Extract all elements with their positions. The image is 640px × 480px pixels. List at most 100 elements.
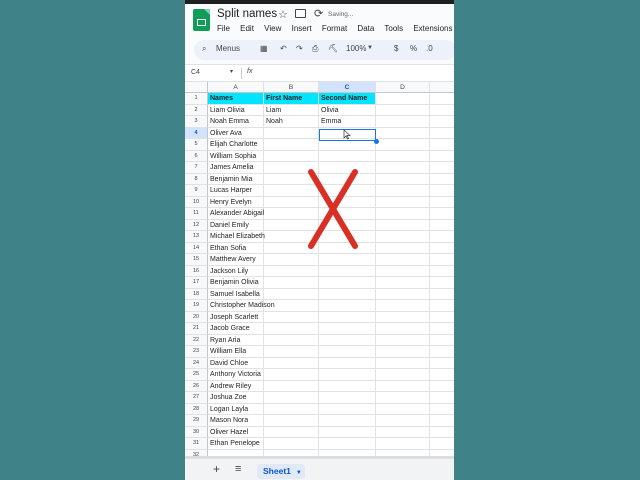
table-cell[interactable]: Jacob Grace [208, 323, 264, 335]
row-header[interactable]: 12 [185, 219, 208, 231]
row-header[interactable]: 10 [185, 196, 208, 208]
table-cell[interactable] [264, 288, 319, 300]
table-cell[interactable] [430, 277, 454, 289]
table-cell[interactable] [376, 311, 430, 323]
table-cell[interactable] [264, 277, 319, 289]
sheet-grid[interactable]: ABCD 1 Names First Name Second Name 2 Liam Ol… [185, 82, 454, 458]
row-header[interactable]: 23 [185, 346, 208, 358]
table-cell[interactable] [319, 346, 376, 358]
table-cell[interactable] [430, 174, 454, 185]
table-cell[interactable] [430, 289, 454, 300]
table-icon[interactable]: ▦ [260, 44, 268, 53]
row-header[interactable]: 20 [185, 311, 208, 323]
table-cell[interactable]: Liam Olivia [208, 104, 264, 116]
table-cell[interactable] [376, 277, 430, 289]
row-header[interactable]: 16 [185, 265, 208, 277]
table-cell[interactable] [264, 403, 319, 415]
table-cell[interactable] [376, 357, 430, 369]
table-cell[interactable] [430, 346, 454, 358]
table-cell[interactable]: Matthew Avery [208, 254, 264, 266]
redo-icon[interactable]: ↷ [296, 44, 303, 53]
table-cell[interactable] [376, 116, 430, 128]
column-header-b[interactable]: B [264, 82, 319, 93]
table-cell[interactable]: Daniel Emily [208, 219, 264, 231]
row-header[interactable]: 31 [185, 438, 208, 450]
table-cell[interactable] [264, 438, 319, 450]
row-header[interactable]: 15 [185, 254, 208, 266]
column-header-a[interactable]: A [208, 82, 264, 93]
table-cell[interactable] [264, 357, 319, 369]
row-header[interactable]: 17 [185, 277, 208, 289]
star-icon[interactable]: ☆ [278, 8, 288, 21]
row-header[interactable]: 11 [185, 208, 208, 220]
table-cell[interactable] [376, 415, 430, 427]
table-cell[interactable] [430, 312, 454, 323]
table-cell[interactable]: Ethan Sofia [208, 242, 264, 254]
table-cell[interactable]: Anthony Victoria [208, 369, 264, 381]
table-cell[interactable] [376, 208, 430, 220]
table-cell[interactable] [430, 139, 454, 151]
table-cell[interactable] [264, 415, 319, 427]
search-menus-label[interactable]: Menus [216, 44, 240, 53]
row-header[interactable]: 18 [185, 288, 208, 300]
table-cell[interactable] [264, 369, 319, 381]
table-cell[interactable] [264, 346, 319, 358]
table-cell[interactable] [264, 334, 319, 346]
table-cell[interactable]: Joseph Scarlett [208, 311, 264, 323]
table-cell[interactable] [376, 219, 430, 231]
column-header-extra[interactable] [430, 82, 454, 93]
chevron-down-icon[interactable]: ▼ [296, 470, 302, 476]
table-cell[interactable] [264, 300, 319, 312]
table-cell[interactable] [430, 404, 454, 415]
zoom-select[interactable]: 100% [346, 44, 366, 53]
table-cell[interactable] [319, 311, 376, 323]
move-folder-icon[interactable] [295, 9, 306, 18]
header-cell[interactable]: Second Name [319, 93, 376, 105]
table-cell[interactable] [376, 426, 430, 438]
table-cell[interactable]: Christopher Madison [208, 300, 275, 312]
table-cell[interactable]: Andrew Riley [208, 380, 264, 392]
row-header[interactable]: 7 [185, 162, 208, 174]
table-cell[interactable] [319, 438, 376, 450]
table-cell[interactable] [430, 116, 454, 128]
menu-view[interactable]: View [264, 24, 281, 33]
row-header[interactable]: 25 [185, 369, 208, 381]
table-cell[interactable] [430, 197, 454, 208]
table-cell[interactable] [430, 369, 454, 381]
table-cell[interactable] [319, 369, 376, 381]
table-cell[interactable]: Oliver Ava [208, 127, 264, 139]
table-cell[interactable] [430, 438, 454, 450]
table-cell[interactable]: Mason Nora [208, 415, 264, 427]
add-sheet-icon[interactable]: + [213, 462, 220, 476]
table-cell[interactable] [430, 128, 454, 139]
table-cell[interactable] [376, 334, 430, 346]
table-cell[interactable] [319, 254, 376, 266]
table-cell[interactable] [319, 403, 376, 415]
table-cell[interactable] [319, 426, 376, 438]
table-cell[interactable] [430, 185, 454, 197]
table-cell[interactable] [319, 334, 376, 346]
table-cell[interactable]: Michael Elizabeth [208, 231, 265, 243]
table-cell[interactable] [430, 151, 454, 162]
table-cell[interactable] [264, 127, 319, 139]
table-cell[interactable]: Olivia [319, 104, 376, 116]
table-cell[interactable] [376, 265, 430, 277]
table-cell[interactable]: Noah Emma [208, 116, 264, 128]
menu-data[interactable]: Data [357, 24, 374, 33]
table-cell[interactable] [430, 208, 454, 220]
table-cell[interactable] [264, 265, 319, 277]
table-cell[interactable] [264, 150, 319, 162]
table-cell[interactable] [430, 358, 454, 369]
row-header[interactable]: 5 [185, 139, 208, 151]
row-header[interactable]: 2 [185, 104, 208, 116]
header-cell[interactable]: Names [208, 93, 264, 105]
table-cell[interactable] [264, 392, 319, 404]
tab-sheet1[interactable]: Sheet1 ▼ [257, 464, 305, 479]
table-cell[interactable] [430, 415, 454, 427]
table-cell[interactable] [264, 311, 319, 323]
row-header[interactable]: 14 [185, 242, 208, 254]
table-cell[interactable] [264, 323, 319, 335]
table-cell[interactable]: Emma [319, 116, 376, 128]
table-cell[interactable] [430, 427, 454, 438]
table-cell[interactable] [319, 288, 376, 300]
